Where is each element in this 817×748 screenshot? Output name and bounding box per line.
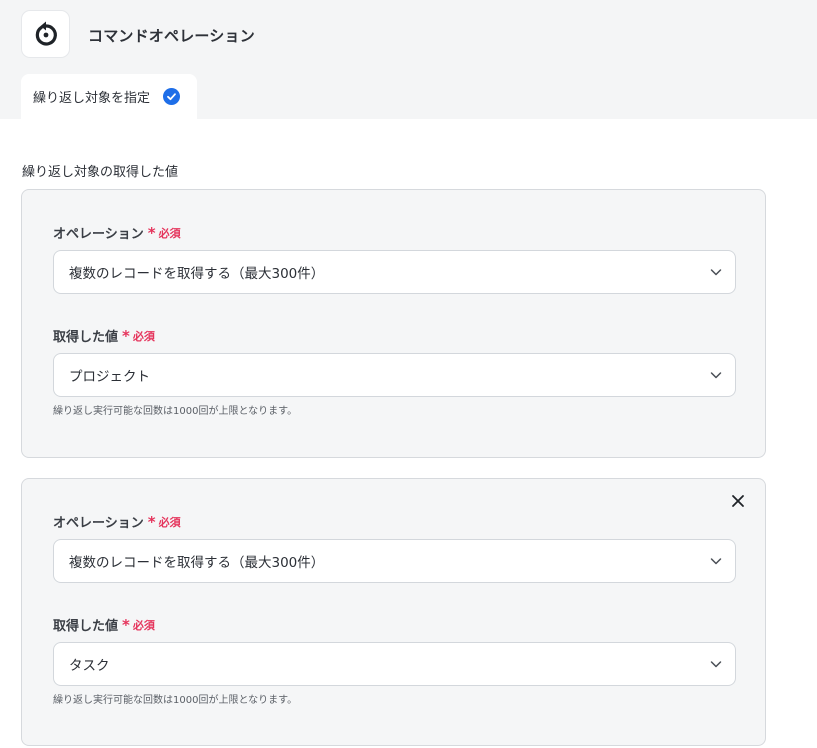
- value-label: 取得した値 * 必須: [53, 326, 155, 346]
- operation-select[interactable]: 複数のレコードを取得する（最大300件）: [53, 539, 736, 583]
- required-asterisk: *: [147, 224, 156, 242]
- value-select[interactable]: プロジェクト: [53, 353, 736, 397]
- chevron-down-icon: [710, 661, 722, 668]
- operation-label: オペレーション * 必須: [53, 512, 181, 532]
- close-icon[interactable]: [730, 493, 746, 509]
- chevron-down-icon: [710, 269, 722, 276]
- value-select[interactable]: タスク: [53, 642, 736, 686]
- loop-target-card: オペレーション * 必須 複数のレコードを取得する（最大300件） 取得した値 …: [21, 189, 766, 458]
- section-title: 繰り返し対象の取得した値: [22, 165, 179, 180]
- page-title: コマンドオペレーション: [88, 27, 255, 45]
- helper-text: 繰り返し実行可能な回数は1000回が上限となります。: [53, 406, 298, 417]
- chevron-down-icon: [710, 372, 722, 379]
- value-select-value: プロジェクト: [69, 369, 150, 385]
- operation-label: オペレーション * 必須: [53, 223, 181, 243]
- header-area: コマンドオペレーション 繰り返し対象を指定: [0, 0, 817, 119]
- operation-select[interactable]: 複数のレコードを取得する（最大300件）: [53, 250, 736, 294]
- operation-label-text: オペレーション: [53, 227, 144, 242]
- required-text: 必須: [132, 618, 155, 632]
- operation-select-value: 複数のレコードを取得する（最大300件）: [69, 555, 325, 571]
- helper-text: 繰り返し実行可能な回数は1000回が上限となります。: [53, 695, 298, 706]
- check-circle-icon: [163, 88, 181, 105]
- value-label: 取得した値 * 必須: [53, 615, 155, 635]
- required-asterisk: *: [122, 616, 130, 634]
- tab-repeat-target[interactable]: 繰り返し対象を指定: [21, 74, 197, 119]
- tab-label: 繰り返し対象を指定: [33, 91, 151, 106]
- value-select-value: タスク: [69, 658, 110, 674]
- loop-target-card: オペレーション * 必須 複数のレコードを取得する（最大300件） 取得した値 …: [21, 478, 766, 746]
- required-text: 必須: [132, 329, 155, 343]
- app-icon-container: [21, 10, 70, 58]
- required-text: 必須: [158, 515, 181, 529]
- chevron-down-icon: [710, 558, 722, 565]
- required-asterisk: *: [122, 327, 130, 345]
- refresh-icon: [35, 21, 57, 46]
- operation-label-text: オペレーション: [53, 516, 144, 531]
- required-asterisk: *: [147, 513, 156, 531]
- value-label-text: 取得した値: [53, 619, 119, 634]
- operation-select-value: 複数のレコードを取得する（最大300件）: [69, 266, 325, 282]
- required-text: 必須: [158, 226, 181, 240]
- value-label-text: 取得した値: [53, 330, 119, 345]
